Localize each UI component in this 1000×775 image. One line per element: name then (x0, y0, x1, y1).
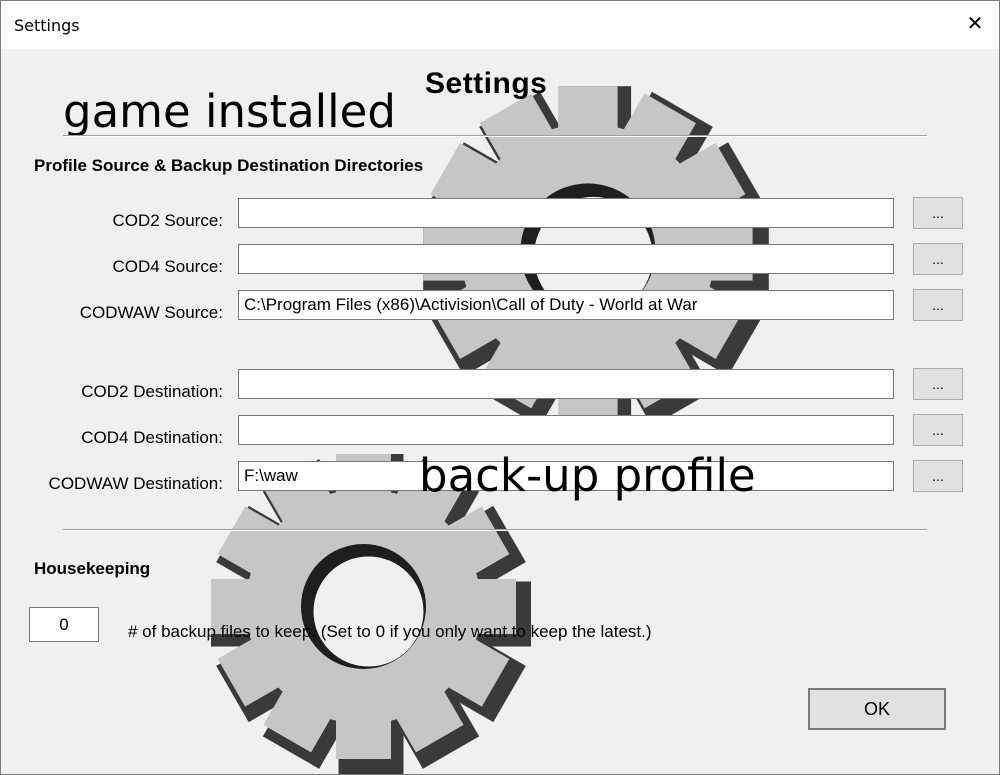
cod2-source-input[interactable] (238, 198, 894, 228)
annotation-game-installed: game installed (63, 85, 396, 138)
cod2-source-browse-button[interactable]: ... (913, 197, 963, 229)
profile-section-label: Profile Source & Backup Destination Dire… (34, 156, 424, 175)
codwaw-destination-label: CODWAW Destination: (48, 474, 223, 493)
section-divider (63, 529, 927, 531)
settings-window: Settings ✕ Settings game installed Profi… (0, 0, 1000, 775)
cod4-source-browse-button[interactable]: ... (913, 243, 963, 275)
cod4-destination-browse-button[interactable]: ... (913, 414, 963, 446)
window-title: Settings (14, 16, 80, 35)
backup-count-description: # of backup files to keep. (Set to 0 if … (128, 622, 652, 641)
backup-count-input[interactable] (29, 607, 99, 642)
annotation-backup-profile: back-up profile (419, 449, 756, 502)
codwaw-source-label: CODWAW Source: (79, 303, 223, 322)
cod4-source-input[interactable] (238, 244, 894, 274)
settings-client-area: Settings game installed Profile Source &… (1, 49, 999, 774)
close-icon[interactable]: ✕ (965, 11, 985, 35)
cod2-destination-label: COD2 Destination: (81, 382, 223, 401)
codwaw-source-input[interactable] (238, 290, 894, 320)
codwaw-source-browse-button[interactable]: ... (913, 289, 963, 321)
cod2-destination-browse-button[interactable]: ... (913, 368, 963, 400)
cod4-destination-input[interactable] (238, 415, 894, 445)
codwaw-destination-browse-button[interactable]: ... (913, 460, 963, 492)
cod4-source-label: COD4 Source: (112, 257, 223, 276)
header-divider (63, 135, 927, 137)
housekeeping-label: Housekeeping (34, 559, 151, 578)
cod2-destination-input[interactable] (238, 369, 894, 399)
title-bar: Settings ✕ (1, 1, 999, 49)
ok-button[interactable]: OK (808, 688, 946, 730)
page-title: Settings (425, 67, 548, 100)
cod2-source-label: COD2 Source: (112, 211, 223, 230)
cod4-destination-label: COD4 Destination: (81, 428, 223, 447)
